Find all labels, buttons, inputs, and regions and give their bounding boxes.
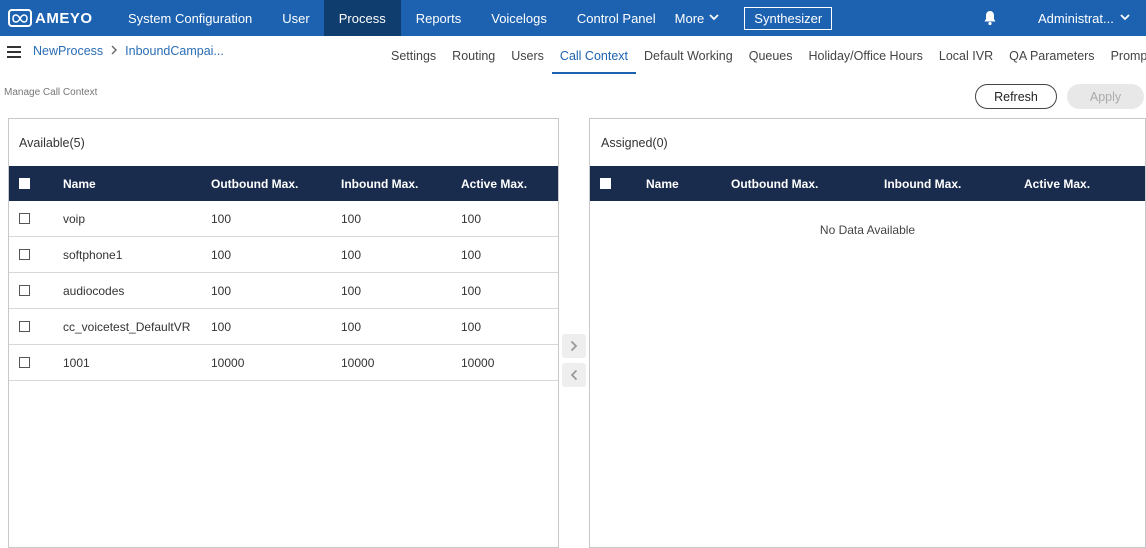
available-title: Available(5) (19, 136, 85, 150)
bell-icon[interactable] (982, 8, 998, 28)
header-active-max[interactable]: Active Max. (1024, 166, 1090, 201)
select-all-checkbox[interactable] (19, 177, 30, 189)
tab-users[interactable]: Users (503, 36, 552, 74)
header-active-max[interactable]: Active Max. (461, 166, 527, 201)
row-checkbox[interactable] (19, 212, 30, 224)
header-name[interactable]: Name (646, 166, 679, 201)
chevron-down-icon (1120, 13, 1130, 24)
cell-outbound-max: 100 (211, 283, 232, 298)
logo-text: AMEYO (35, 9, 93, 27)
logo-infinity-icon (8, 9, 32, 27)
apply-button[interactable]: Apply (1067, 84, 1144, 109)
header-outbound-max[interactable]: Outbound Max. (731, 166, 818, 201)
chevron-left-icon (570, 369, 578, 381)
nav-more-label: More (674, 10, 705, 26)
available-table-header: Name Outbound Max. Inbound Max. Active M… (9, 166, 558, 201)
cell-name: 1001 (63, 355, 90, 370)
cell-outbound-max: 100 (211, 319, 232, 334)
cell-inbound-max: 10000 (341, 355, 375, 370)
cell-inbound-max: 100 (341, 247, 362, 262)
sub-navbar: NewProcess InboundCampai... Settings Rou… (0, 36, 1146, 76)
nav-control-panel[interactable]: Control Panel (562, 0, 671, 36)
cell-outbound-max: 100 (211, 211, 232, 226)
row-checkbox[interactable] (19, 356, 30, 368)
breadcrumb-current[interactable]: InboundCampai... (125, 44, 224, 58)
assigned-panel: Assigned(0) Name Outbound Max. Inbound M… (589, 118, 1146, 548)
chevron-right-icon (111, 44, 118, 58)
move-left-button[interactable] (562, 363, 586, 387)
top-navbar: AMEYO System Configuration User Process … (0, 0, 1146, 36)
move-right-button[interactable] (562, 334, 586, 358)
tab-default-working[interactable]: Default Working (636, 36, 741, 74)
nav-user[interactable]: User (268, 0, 323, 36)
breadcrumb: NewProcess InboundCampai... (33, 44, 224, 58)
header-name[interactable]: Name (63, 166, 96, 201)
cell-active-max: 100 (461, 283, 482, 298)
cell-name: softphone1 (63, 247, 123, 262)
nav-process[interactable]: Process (323, 0, 401, 36)
section-title: Manage Call Context (4, 87, 98, 98)
cell-active-max: 10000 (461, 355, 495, 370)
hamburger-menu-icon[interactable] (7, 46, 21, 58)
cell-name: audiocodes (63, 283, 125, 298)
refresh-button[interactable]: Refresh (975, 84, 1057, 109)
tab-qa-parameters[interactable]: QA Parameters (1001, 36, 1102, 74)
synthesizer-button[interactable]: Synthesizer (744, 6, 833, 30)
table-row[interactable]: voip 100 100 100 (9, 201, 558, 237)
tab-routing[interactable]: Routing (444, 36, 503, 74)
cell-inbound-max: 100 (341, 211, 362, 226)
process-tabs: Settings Routing Users Call Context Defa… (383, 36, 1146, 76)
row-checkbox[interactable] (19, 284, 30, 296)
tab-queues[interactable]: Queues (741, 36, 801, 74)
table-row[interactable]: audiocodes 100 100 100 (9, 273, 558, 309)
chevron-down-icon (709, 13, 719, 24)
admin-menu[interactable]: Administrat... (1038, 0, 1130, 36)
cell-inbound-max: 100 (341, 319, 362, 334)
available-panel: Available(5) Name Outbound Max. Inbound … (8, 118, 559, 548)
assigned-title: Assigned(0) (601, 136, 668, 150)
tab-local-ivr[interactable]: Local IVR (931, 36, 1001, 74)
nav-voicelogs[interactable]: Voicelogs (476, 0, 562, 36)
admin-label: Administrat... (1038, 10, 1114, 26)
no-data-message: No Data Available (819, 223, 916, 237)
header-inbound-max[interactable]: Inbound Max. (341, 166, 418, 201)
table-row[interactable]: softphone1 100 100 100 (9, 237, 558, 273)
cell-active-max: 100 (461, 247, 482, 262)
nav-reports[interactable]: Reports (401, 0, 477, 36)
select-all-checkbox[interactable] (600, 177, 611, 189)
row-checkbox[interactable] (19, 248, 30, 260)
chevron-right-icon (570, 340, 578, 352)
row-checkbox[interactable] (19, 320, 30, 332)
tab-prompt[interactable]: Prompt (1103, 36, 1146, 74)
header-outbound-max[interactable]: Outbound Max. (211, 166, 298, 201)
cell-active-max: 100 (461, 319, 482, 334)
cell-name: voip (63, 211, 86, 226)
header-inbound-max[interactable]: Inbound Max. (884, 166, 961, 201)
nav-system-configuration[interactable]: System Configuration (112, 0, 268, 36)
nav-more[interactable]: More (671, 0, 724, 36)
cell-outbound-max: 100 (211, 247, 232, 262)
cell-outbound-max: 10000 (211, 355, 245, 370)
tab-holiday-office-hours[interactable]: Holiday/Office Hours (801, 36, 931, 74)
table-row[interactable]: cc_voicetest_DefaultVR 100 100 100 (9, 309, 558, 345)
cell-active-max: 100 (461, 211, 482, 226)
ameyo-logo[interactable]: AMEYO (0, 0, 110, 36)
breadcrumb-root[interactable]: NewProcess (33, 44, 103, 58)
tab-settings[interactable]: Settings (383, 36, 444, 74)
cell-inbound-max: 100 (341, 283, 362, 298)
assigned-table-header: Name Outbound Max. Inbound Max. Active M… (590, 166, 1145, 201)
tab-call-context[interactable]: Call Context (551, 36, 637, 74)
cell-name: cc_voicetest_DefaultVR (63, 319, 191, 334)
table-row[interactable]: 1001 10000 10000 10000 (9, 345, 558, 381)
